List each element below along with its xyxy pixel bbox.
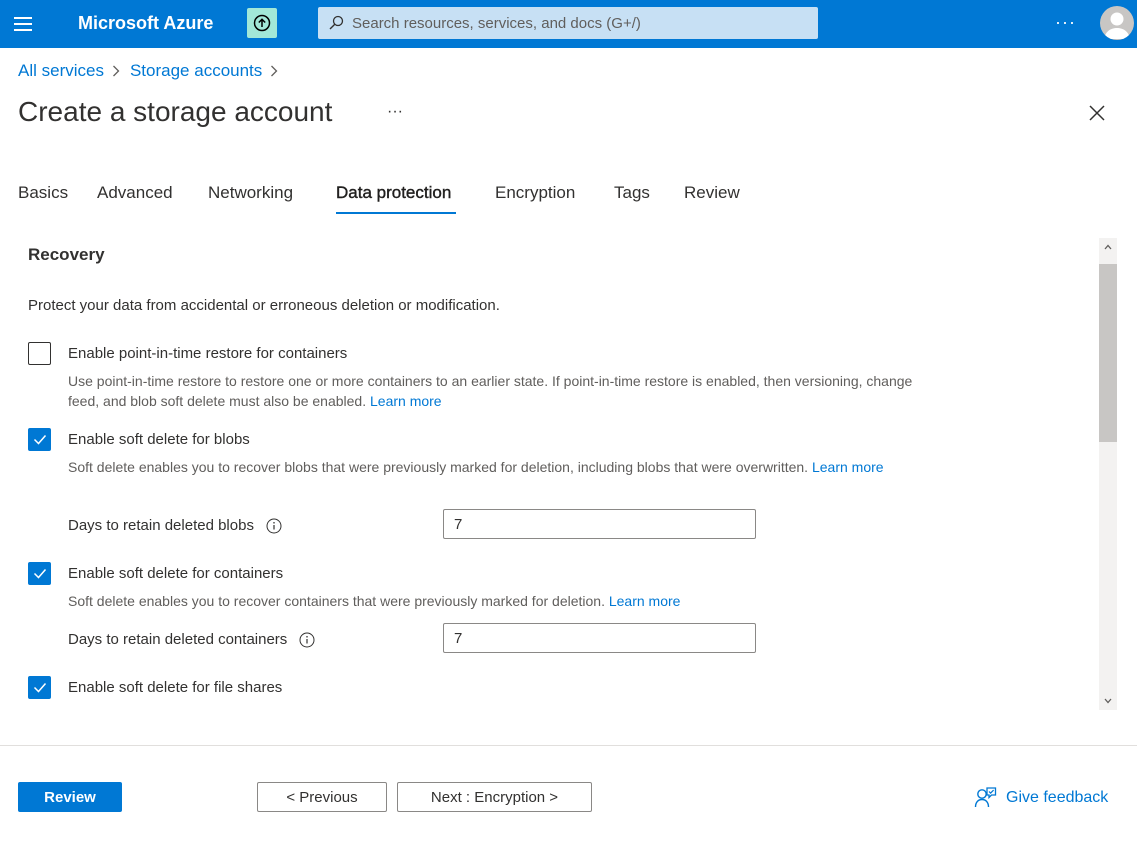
checkbox-soft-delete-file-shares[interactable] xyxy=(28,676,51,699)
days-retain-containers-label: Days to retain deleted containers xyxy=(68,631,315,648)
option-label: Enable soft delete for file shares xyxy=(68,679,283,696)
tab-networking[interactable]: Networking xyxy=(208,183,293,214)
info-icon[interactable] xyxy=(299,632,315,648)
tab-basics[interactable]: Basics xyxy=(18,183,68,214)
tab-review[interactable]: Review xyxy=(684,183,740,214)
section-title-recovery: Recovery xyxy=(28,245,105,264)
chevron-right-icon xyxy=(112,65,120,77)
vertical-scrollbar[interactable] xyxy=(1099,238,1117,710)
scroll-down-icon[interactable] xyxy=(1099,692,1117,710)
option-help-text: Soft delete enables you to recover blobs… xyxy=(68,459,884,475)
next-encryption-button[interactable]: Next : Encryption > xyxy=(397,782,592,812)
search-input[interactable] xyxy=(352,14,792,32)
days-retain-containers-input[interactable] xyxy=(443,623,756,653)
option-help-text: Use point-in-time restore to restore one… xyxy=(68,373,913,409)
checkmark-icon xyxy=(33,683,46,693)
scrollbar-thumb[interactable] xyxy=(1099,264,1117,442)
tab-data-protection[interactable]: Data protection xyxy=(336,183,457,214)
more-options-icon[interactable]: ··· xyxy=(1055,12,1076,33)
checkbox-point-in-time-restore[interactable] xyxy=(28,342,51,365)
checkbox-soft-delete-containers[interactable] xyxy=(28,562,51,585)
checkbox-soft-delete-blobs[interactable] xyxy=(28,428,51,451)
checkmark-icon xyxy=(33,569,46,579)
days-retain-blobs-label: Days to retain deleted blobs xyxy=(68,517,282,534)
review-button[interactable]: Review xyxy=(18,782,122,812)
top-bar: Microsoft Azure ··· xyxy=(0,0,1137,48)
close-icon[interactable] xyxy=(1087,103,1107,123)
give-feedback-link[interactable]: Give feedback xyxy=(974,786,1108,809)
section-description: Protect your data from accidental or err… xyxy=(28,297,500,314)
page-more-options-icon[interactable]: ··· xyxy=(387,103,403,121)
tab-advanced[interactable]: Advanced xyxy=(97,183,173,214)
days-retain-blobs-input[interactable] xyxy=(443,509,756,539)
learn-more-link[interactable]: Learn more xyxy=(812,459,884,475)
global-search[interactable] xyxy=(318,7,818,39)
chevron-right-icon xyxy=(270,65,278,77)
previous-button[interactable]: < Previous xyxy=(257,782,387,812)
breadcrumb: All services Storage accounts xyxy=(18,61,288,81)
option-help-text: Soft delete enables you to recover conta… xyxy=(68,593,681,609)
brand-title[interactable]: Microsoft Azure xyxy=(78,13,213,34)
option-label: Enable point-in-time restore for contain… xyxy=(68,345,348,362)
feedback-icon xyxy=(974,787,997,808)
avatar[interactable] xyxy=(1100,6,1134,40)
footer-divider xyxy=(0,745,1137,746)
learn-more-link[interactable]: Learn more xyxy=(609,593,681,609)
breadcrumb-all-services[interactable]: All services xyxy=(18,61,104,81)
scroll-up-icon[interactable] xyxy=(1099,238,1117,256)
data-protection-panel: Recovery Protect your data from accident… xyxy=(0,238,1096,710)
page-title: Create a storage account xyxy=(18,96,333,127)
checkmark-icon xyxy=(33,435,46,445)
info-icon[interactable] xyxy=(266,518,282,534)
option-label: Enable soft delete for containers xyxy=(68,565,284,582)
search-icon xyxy=(329,15,344,30)
cloud-shell-upload-icon[interactable] xyxy=(247,8,277,38)
option-label: Enable soft delete for blobs xyxy=(68,431,250,448)
tab-encryption[interactable]: Encryption xyxy=(495,183,575,214)
learn-more-link[interactable]: Learn more xyxy=(370,393,442,409)
menu-icon[interactable] xyxy=(12,14,34,34)
breadcrumb-storage-accounts[interactable]: Storage accounts xyxy=(130,61,262,81)
tab-tags[interactable]: Tags xyxy=(614,183,650,214)
